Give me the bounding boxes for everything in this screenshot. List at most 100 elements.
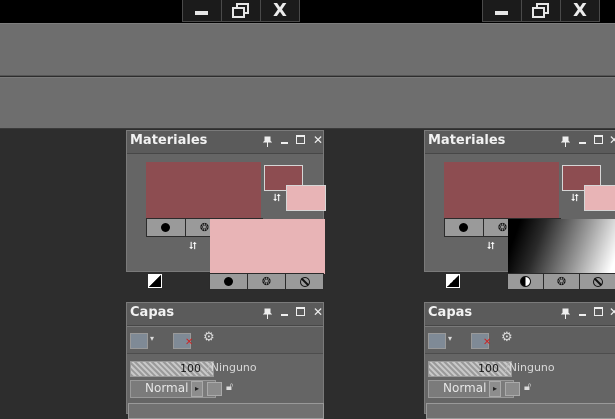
gradient-style-button[interactable] <box>508 274 543 289</box>
layer-list[interactable] <box>426 403 615 419</box>
close-icon[interactable]: ✕ <box>313 305 323 319</box>
blend-none-label: Ninguno <box>508 361 555 374</box>
minimize-icon[interactable] <box>281 314 288 316</box>
minimize-icon <box>495 11 508 15</box>
panel-title: Capas <box>428 305 473 320</box>
lock-icon[interactable]: 🔓︎ <box>226 380 233 394</box>
materials-panel: Materiales ✕ ❂ ⮃ ⮃ <box>126 130 326 288</box>
close-icon[interactable]: ✕ <box>609 133 615 147</box>
minimize-icon[interactable] <box>579 314 586 316</box>
color-style-button[interactable] <box>210 274 247 289</box>
mask-icon[interactable] <box>505 382 520 396</box>
delete-mark-icon: ✕ <box>185 337 194 348</box>
chevron-right-icon[interactable]: ▸ <box>489 381 501 397</box>
background-color-swatch[interactable] <box>584 185 615 211</box>
close-button[interactable]: X <box>260 0 299 21</box>
panel-header: Materiales ✕ <box>127 131 323 154</box>
gear-icon[interactable]: ⚙ <box>501 330 513 345</box>
layers-toolbar: ▾ ✕ ⚙ <box>425 326 615 354</box>
minimize-icon[interactable] <box>579 142 586 144</box>
layer-list[interactable] <box>128 403 324 419</box>
opacity-field[interactable]: 100 <box>428 361 512 377</box>
pattern-style-button[interactable]: ❂ <box>247 274 285 289</box>
blend-none-label: Ninguno <box>210 361 257 374</box>
background-properties-swatch[interactable] <box>210 219 325 274</box>
mask-icon[interactable] <box>207 382 222 396</box>
swap-materials-icon[interactable]: ⮃ <box>487 241 495 252</box>
menu-toolbar <box>0 23 615 76</box>
layers-panel: Capas ✕ ▾ ✕ ⚙ 100 ∕Ninguno Normal ▸ 🔓︎ <box>126 302 324 419</box>
foreground-properties-swatch[interactable] <box>146 162 261 218</box>
blend-mode-select[interactable]: Normal <box>130 380 216 398</box>
minimize-icon[interactable] <box>281 142 288 144</box>
close-button[interactable]: X <box>560 0 599 21</box>
swap-materials-icon[interactable]: ⮃ <box>189 241 197 252</box>
pattern-icon: ❂ <box>261 275 272 288</box>
color-style-button[interactable] <box>147 219 185 236</box>
swap-colors-icon[interactable]: ⮃ <box>273 193 281 204</box>
color-dot-icon <box>161 223 171 232</box>
close-icon: X <box>273 0 287 21</box>
pattern-icon: ❂ <box>199 221 210 234</box>
chevron-down-icon[interactable]: ▾ <box>150 334 154 343</box>
default-colors-icon[interactable] <box>148 274 162 288</box>
pattern-icon: ❂ <box>556 275 567 288</box>
blend-range-label[interactable]: ∕Ninguno <box>505 361 555 374</box>
window-controls-left: X <box>182 0 300 22</box>
pin-icon[interactable] <box>561 308 570 319</box>
gradient-icon <box>520 276 531 287</box>
color-style-button[interactable] <box>445 219 483 236</box>
close-icon: X <box>573 0 587 21</box>
minimize-button[interactable] <box>483 0 521 21</box>
pattern-style-button[interactable]: ❂ <box>543 274 579 289</box>
background-gradient-swatch[interactable] <box>508 219 615 274</box>
close-icon[interactable]: ✕ <box>609 305 615 319</box>
restore-button[interactable] <box>521 0 560 21</box>
maximize-icon[interactable] <box>594 307 603 316</box>
background-color-swatch[interactable] <box>286 185 326 211</box>
default-colors-icon[interactable] <box>446 274 460 288</box>
color-dot-icon <box>459 223 469 232</box>
maximize-icon[interactable] <box>594 135 603 144</box>
layers-toolbar: ▾ ✕ ⚙ <box>127 326 323 354</box>
materials-panel: Materiales ✕ ❂ ⮃ ⮃ <box>424 130 615 288</box>
restore-button[interactable] <box>221 0 260 21</box>
close-icon[interactable]: ✕ <box>313 133 323 147</box>
color-dot-icon <box>224 277 233 286</box>
opacity-field[interactable]: 100 <box>130 361 214 377</box>
blend-mode-select[interactable]: Normal <box>428 380 514 398</box>
chevron-right-icon[interactable]: ▸ <box>191 381 203 397</box>
background-style-bar: ❂ <box>507 273 615 290</box>
layers-panel: Capas ✕ ▾ ✕ ⚙ 100 ∕Ninguno Normal ▸ 🔓︎ <box>424 302 615 419</box>
pin-icon[interactable] <box>263 136 272 147</box>
delete-mark-icon: ✕ <box>483 337 492 348</box>
maximize-icon[interactable] <box>296 135 305 144</box>
restore-icon <box>232 2 249 18</box>
maximize-icon[interactable] <box>296 307 305 316</box>
minimize-button[interactable] <box>183 0 221 21</box>
lock-icon[interactable]: 🔓︎ <box>524 380 531 394</box>
new-layer-icon[interactable] <box>130 333 148 349</box>
blend-range-label[interactable]: ∕Ninguno <box>207 361 257 374</box>
panel-header: Materiales ✕ <box>425 131 615 154</box>
panel-title: Materiales <box>428 133 506 148</box>
restore-icon <box>532 2 549 18</box>
no-style-button[interactable] <box>285 274 323 289</box>
panel-header: Capas ✕ <box>425 303 615 326</box>
minimize-icon <box>195 11 208 15</box>
no-style-button[interactable] <box>579 274 615 289</box>
swap-colors-icon[interactable]: ⮃ <box>571 193 579 204</box>
pattern-icon: ❂ <box>497 221 508 234</box>
no-style-icon <box>592 276 603 287</box>
gear-icon[interactable]: ⚙ <box>203 330 215 345</box>
pin-icon[interactable] <box>561 136 570 147</box>
new-layer-icon[interactable] <box>428 333 446 349</box>
foreground-properties-swatch[interactable] <box>444 162 559 218</box>
panel-header: Capas ✕ <box>127 303 323 326</box>
tool-options-toolbar <box>0 77 615 129</box>
chevron-down-icon[interactable]: ▾ <box>448 334 452 343</box>
pin-icon[interactable] <box>263 308 272 319</box>
background-style-bar: ❂ <box>209 273 324 290</box>
no-style-icon <box>299 276 310 287</box>
window-controls-right: X <box>482 0 600 22</box>
